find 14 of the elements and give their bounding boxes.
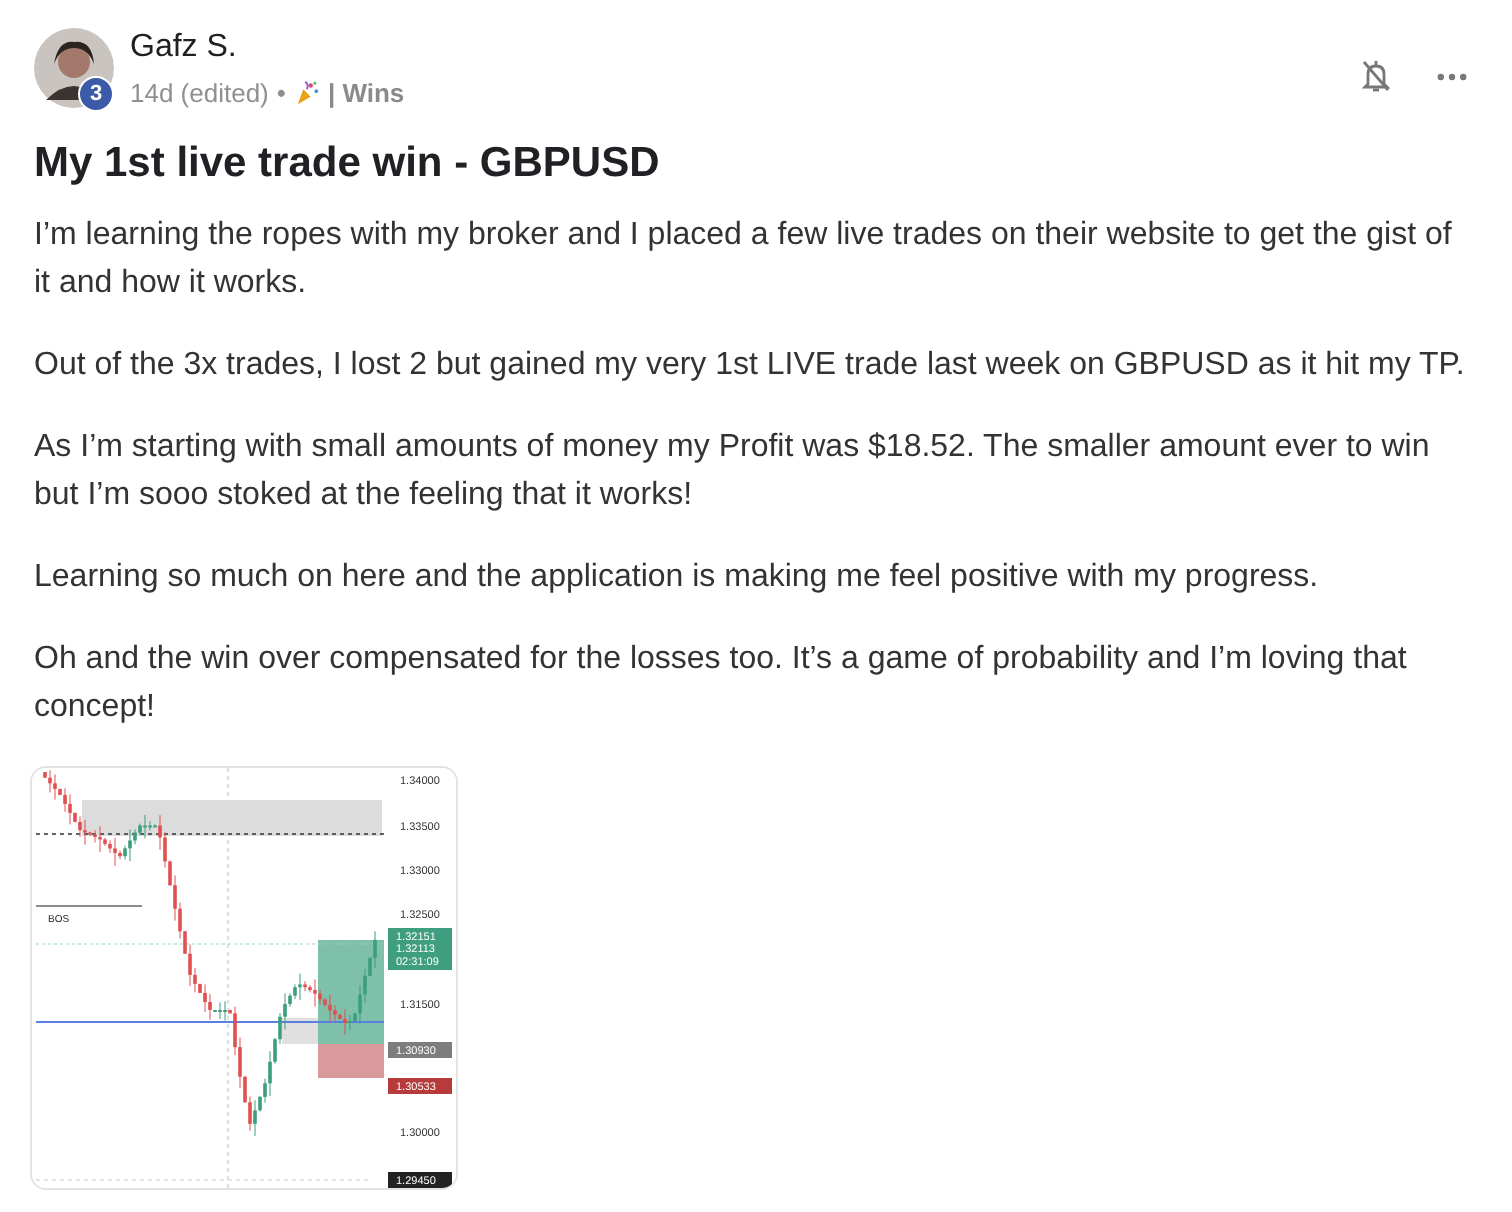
more-options-icon[interactable] <box>1436 71 1468 81</box>
separator-dot: • <box>276 78 286 108</box>
post-paragraph: Oh and the win over compensated for the losses too. It’s a game of probability and I’m loving that concept! <box>34 640 1409 728</box>
bos-line <box>35 905 143 907</box>
post-paragraph: As I’m starting with small amounts of money my Profit was $18.52. The smaller amount ever to win but I’m sooo stoked at the feeling that it works! <box>34 428 1432 516</box>
post-paragraph: I’m learning the ropes with my broker and I placed a few live trades on their website to get the gist of it and how it works. <box>34 216 1454 304</box>
loss-zone <box>318 1044 384 1078</box>
party-popper-icon <box>293 80 320 106</box>
post-paragraph: Learning so much on here and the application is making me feel positive with my progress. <box>34 558 1321 598</box>
post-time: 14d (edited) <box>130 78 269 108</box>
author-name[interactable]: Gafz S. <box>130 28 405 66</box>
post-title: My 1st live trade win - GBPUSD <box>34 140 662 188</box>
level-badge: 3 <box>78 76 114 112</box>
post-paragraph: Out of the 3x trades, I lost 2 but gained my very 1st LIVE trade last week on GBPUSD as it hit my TP. <box>34 346 1467 386</box>
